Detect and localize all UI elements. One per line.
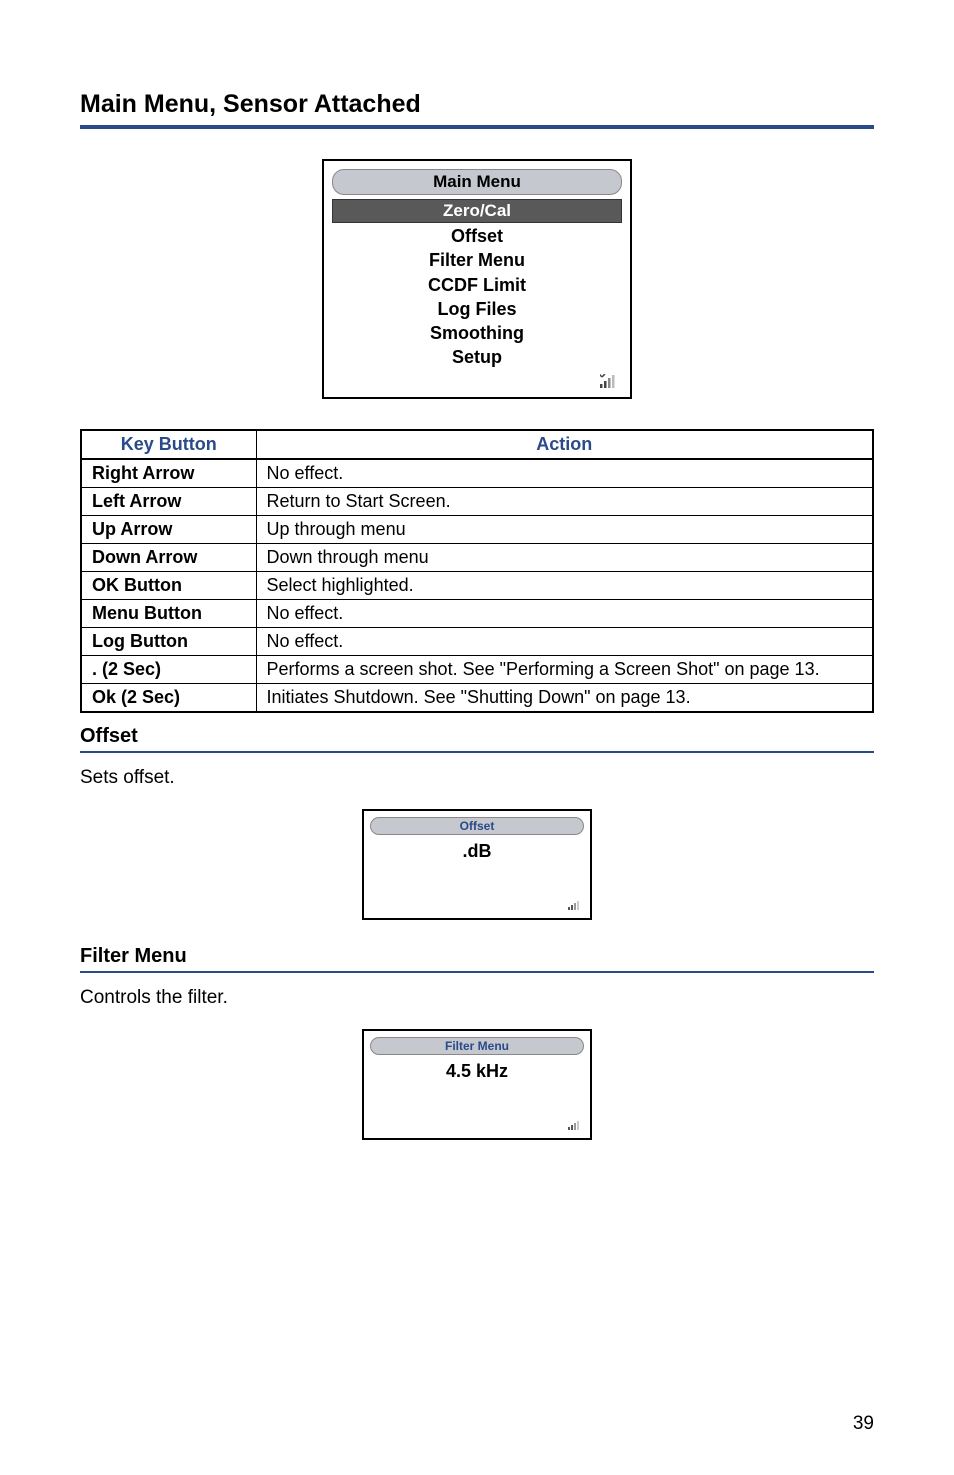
header-action: Action bbox=[256, 430, 873, 459]
action-cell: Performs a screen shot. See "Performing … bbox=[256, 655, 873, 683]
section-title: Main Menu, Sensor Attached bbox=[80, 90, 874, 119]
table-row: Right ArrowNo effect. bbox=[81, 459, 873, 488]
key-cell: . (2 Sec) bbox=[81, 655, 256, 683]
table-row: . (2 Sec)Performs a screen shot. See "Pe… bbox=[81, 655, 873, 683]
key-cell: Up Arrow bbox=[81, 515, 256, 543]
subsection-title-offset: Offset bbox=[80, 725, 874, 748]
action-cell: Select highlighted. bbox=[256, 571, 873, 599]
action-cell: No effect. bbox=[256, 627, 873, 655]
action-cell: Down through menu bbox=[256, 543, 873, 571]
offset-screenshot: Offset .dB bbox=[362, 809, 592, 920]
table-row: Log ButtonNo effect. bbox=[81, 627, 873, 655]
action-cell: Up through menu bbox=[256, 515, 873, 543]
signal-icon bbox=[568, 900, 580, 910]
menu-item-highlighted: Zero/Cal bbox=[332, 199, 622, 223]
table-row: Menu ButtonNo effect. bbox=[81, 599, 873, 627]
action-cell: Return to Start Screen. bbox=[256, 487, 873, 515]
menu-item: Filter Menu bbox=[332, 248, 622, 272]
header-key: Key Button bbox=[81, 430, 256, 459]
subsection-divider bbox=[80, 751, 874, 753]
key-cell: OK Button bbox=[81, 571, 256, 599]
section-divider bbox=[80, 125, 874, 129]
signal-icon bbox=[600, 374, 616, 388]
table-row: Down ArrowDown through menu bbox=[81, 543, 873, 571]
status-bar bbox=[370, 897, 584, 915]
key-cell: Down Arrow bbox=[81, 543, 256, 571]
key-cell: Log Button bbox=[81, 627, 256, 655]
table-header-row: Key Button Action bbox=[81, 430, 873, 459]
menu-item: Smoothing bbox=[332, 321, 622, 345]
key-cell: Right Arrow bbox=[81, 459, 256, 488]
offset-value: .dB bbox=[370, 841, 584, 897]
action-cell: No effect. bbox=[256, 599, 873, 627]
key-cell: Left Arrow bbox=[81, 487, 256, 515]
offset-title-bar: Offset bbox=[370, 817, 584, 835]
signal-icon bbox=[568, 1120, 580, 1130]
filter-screenshot: Filter Menu 4.5 kHz bbox=[362, 1029, 592, 1140]
action-cell: Initiates Shutdown. See "Shutting Down" … bbox=[256, 683, 873, 712]
key-cell: Ok (2 Sec) bbox=[81, 683, 256, 712]
status-bar bbox=[332, 370, 622, 393]
menu-item: Offset bbox=[332, 224, 622, 248]
filter-value: 4.5 kHz bbox=[370, 1061, 584, 1117]
menu-title-bar: Main Menu bbox=[332, 169, 622, 195]
main-menu-screenshot: Main Menu Zero/Cal Offset Filter Menu CC… bbox=[322, 159, 632, 399]
menu-item: Setup bbox=[332, 345, 622, 369]
subsection-divider bbox=[80, 971, 874, 973]
table-row: Left ArrowReturn to Start Screen. bbox=[81, 487, 873, 515]
action-cell: No effect. bbox=[256, 459, 873, 488]
filter-body-text: Controls the filter. bbox=[80, 987, 874, 1009]
table-row: Up ArrowUp through menu bbox=[81, 515, 873, 543]
menu-item: Log Files bbox=[332, 297, 622, 321]
page-number: 39 bbox=[853, 1413, 874, 1435]
table-row: OK ButtonSelect highlighted. bbox=[81, 571, 873, 599]
status-bar bbox=[370, 1117, 584, 1135]
table-row: Ok (2 Sec)Initiates Shutdown. See "Shutt… bbox=[81, 683, 873, 712]
subsection-title-filter: Filter Menu bbox=[80, 945, 874, 968]
filter-title-bar: Filter Menu bbox=[370, 1037, 584, 1055]
key-action-table: Key Button Action Right ArrowNo effect. … bbox=[80, 429, 874, 713]
key-cell: Menu Button bbox=[81, 599, 256, 627]
menu-item: CCDF Limit bbox=[332, 273, 622, 297]
offset-body-text: Sets offset. bbox=[80, 767, 874, 789]
